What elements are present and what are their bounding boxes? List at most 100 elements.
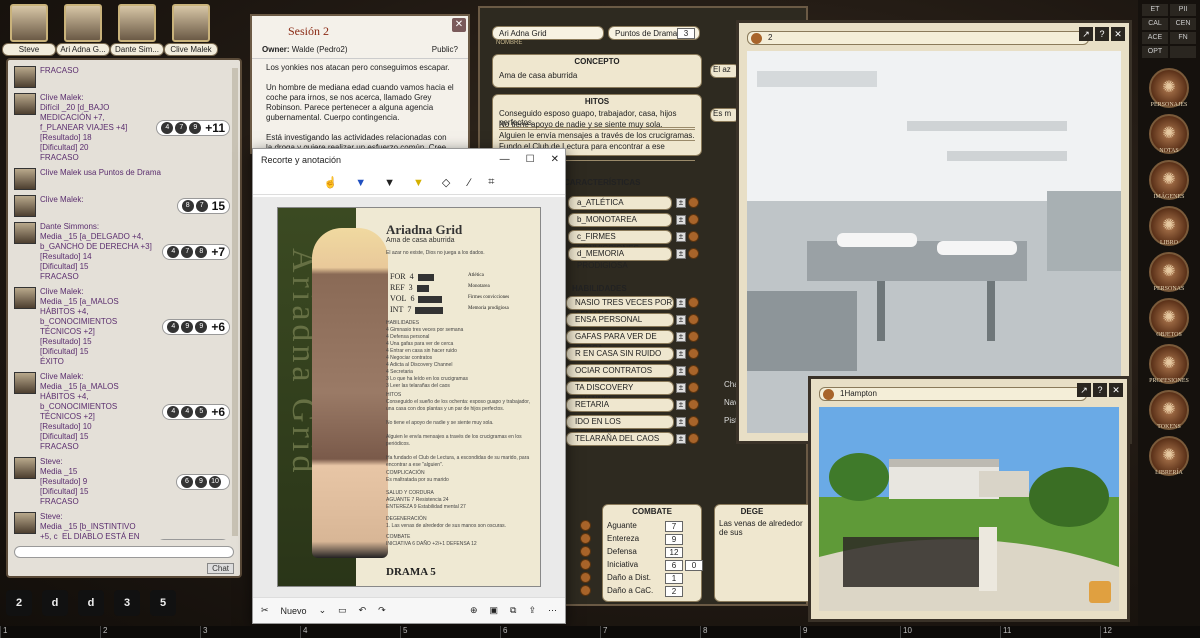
die-icon[interactable]: 3 [114, 590, 140, 616]
hotkey-slot[interactable]: 9 [800, 626, 900, 638]
hotkey-slot[interactable]: 3 [200, 626, 300, 638]
hotkey-slot[interactable]: 7 [600, 626, 700, 638]
hotkey-slot[interactable]: 8 [700, 626, 800, 638]
portrait[interactable]: Steve [2, 4, 56, 56]
copy-icon[interactable]: ⧉ [510, 605, 516, 616]
shortcut-button[interactable] [1170, 46, 1196, 58]
combat-value[interactable]: 0 [685, 560, 703, 571]
name-field[interactable]: Ari Adna Grid [492, 26, 604, 40]
die-icon[interactable]: d [78, 590, 104, 616]
highlighter-icon[interactable]: ▼ [413, 177, 424, 189]
dice-result[interactable]: 4 9 9 +6 [162, 319, 230, 335]
roll-icon[interactable] [580, 546, 591, 557]
plus-minus-icon[interactable]: ± [676, 249, 686, 259]
roll-icon[interactable] [580, 533, 591, 544]
dice-result[interactable]: 8 7 15 [176, 198, 230, 214]
plus-minus-icon[interactable]: ± [676, 349, 686, 359]
characteristic-row[interactable]: c_FIRMES CONVICCIONES [568, 230, 672, 253]
portrait[interactable]: Ari Adna G... [56, 4, 110, 56]
skill-row[interactable]: TA DISCOVERY CHANNEL [566, 381, 674, 404]
undo-icon[interactable]: ↶ [359, 605, 367, 616]
pin-icon[interactable] [1089, 581, 1111, 603]
shortcut-button[interactable]: FN [1170, 32, 1196, 44]
chat-send-button[interactable]: Chat [207, 563, 234, 574]
sidebar-button[interactable]: ✺ TOKENS [1146, 390, 1192, 430]
skill-row[interactable]: IDO EN LOS CRUCIGRAMAS [566, 415, 674, 438]
minimize-icon[interactable]: — [500, 149, 510, 171]
more-icon[interactable]: ⋯ [548, 605, 557, 616]
shortcut-button[interactable]: ACE [1142, 32, 1168, 44]
skill-row[interactable]: RETARIA [566, 398, 674, 412]
plus-minus-icon[interactable]: ± [676, 332, 686, 342]
plus-minus-icon[interactable]: ± [676, 366, 686, 376]
new-snip-icon[interactable]: ✂ [261, 605, 269, 616]
close-icon[interactable]: ✕ [1109, 383, 1123, 397]
roll-icon[interactable] [580, 585, 591, 596]
die-icon[interactable]: 5 [150, 590, 176, 616]
hotkey-slot[interactable]: 6 [500, 626, 600, 638]
deg-text[interactable]: Las venas de alrededor de sus [719, 519, 813, 537]
plus-minus-icon[interactable]: ± [676, 315, 686, 325]
sidebar-button[interactable]: ✺ PERSONAJES [1146, 68, 1192, 108]
skill-row[interactable]: OCIAR CONTRATOS [566, 364, 674, 378]
redo-icon[interactable]: ↷ [378, 605, 386, 616]
image-title-bar[interactable]: 1Hampton [819, 387, 1087, 401]
roll-icon[interactable] [688, 314, 699, 325]
skill-row[interactable]: R EN CASA SIN RUIDO [566, 347, 674, 361]
pen-icon[interactable]: ▼ [384, 177, 395, 189]
share-icon[interactable]: ⇪ [528, 605, 536, 616]
hito-item[interactable]: Alguien le envía mensajes a través de lo… [499, 131, 695, 141]
help-icon[interactable]: ? [1093, 383, 1107, 397]
roll-icon[interactable] [688, 197, 699, 208]
close-icon[interactable]: ✕ [452, 18, 466, 32]
close-icon[interactable]: ✕ [551, 149, 559, 171]
shortcut-button[interactable]: CEN [1170, 18, 1196, 30]
snip-titlebar[interactable]: Recorte y anotación — ☐ ✕ [253, 149, 565, 171]
sidebar-button[interactable]: ✺ IMÁGENES [1146, 160, 1192, 200]
shortcut-button[interactable]: OPT [1142, 46, 1168, 58]
plus-minus-icon[interactable]: ± [676, 232, 686, 242]
roll-icon[interactable] [688, 331, 699, 342]
combat-value[interactable]: 9 [665, 534, 683, 545]
touch-write-icon[interactable]: ☝ [324, 176, 338, 189]
plus-minus-icon[interactable]: ± [676, 400, 686, 410]
combat-value[interactable]: 2 [665, 586, 683, 597]
hotkey-slot[interactable]: 10 [900, 626, 1000, 638]
skill-row[interactable]: NASIO TRES VECES POR SEMANA [566, 296, 674, 319]
roll-icon[interactable] [688, 231, 699, 242]
sidebar-button[interactable]: ✺ LIBRERÍA [1146, 436, 1192, 476]
roll-icon[interactable] [688, 365, 699, 376]
hotkey-slot[interactable]: 11 [1000, 626, 1100, 638]
hotkey-slot[interactable]: 5 [400, 626, 500, 638]
sidebar-button[interactable]: ✺ OBJETOS [1146, 298, 1192, 338]
characteristic-row[interactable]: d_MEMORIA PRODIGIOSA [568, 247, 672, 270]
sidebar-button[interactable]: ✺ PROFESIONES [1146, 344, 1192, 384]
die-icon[interactable]: 2 [6, 590, 32, 616]
chat-log[interactable]: FRACASO Clive Malek: Difícil _20 [d_BAJO … [14, 66, 230, 540]
dice-result[interactable]: 4 4 5 +6 [162, 404, 230, 420]
plus-minus-icon[interactable]: ± [676, 298, 686, 308]
shortcut-button[interactable]: CAL [1142, 18, 1168, 30]
dice-result[interactable]: 4 7 9 +11 [156, 120, 230, 136]
ruler-icon[interactable]: ∕ [468, 177, 470, 189]
dice-result[interactable]: 6 9 10 [176, 474, 230, 490]
plus-minus-icon[interactable]: ± [676, 215, 686, 225]
resize-icon[interactable]: ↗ [1079, 27, 1093, 41]
shortcut-button[interactable]: PII [1170, 4, 1196, 16]
roll-icon[interactable] [580, 572, 591, 583]
combat-value[interactable]: 6 [665, 560, 683, 571]
roll-icon[interactable] [688, 382, 699, 393]
resize-icon[interactable]: ↗ [1077, 383, 1091, 397]
plus-minus-icon[interactable]: ± [676, 198, 686, 208]
portrait[interactable]: Dante Sim... [110, 4, 164, 56]
die-icon[interactable]: d [42, 590, 68, 616]
hotkey-slot[interactable]: 1 [0, 626, 100, 638]
chat-scrollbar[interactable] [232, 68, 238, 536]
dice-result[interactable]: 578+10 [155, 539, 230, 540]
folder-icon[interactable]: ▭ [338, 605, 347, 616]
roll-icon[interactable] [688, 348, 699, 359]
sidebar-button[interactable]: ✺ LIBRO [1146, 206, 1192, 246]
concept-value[interactable]: Ama de casa aburrida [499, 71, 577, 80]
chevron-down-icon[interactable]: ⌄ [319, 605, 327, 616]
maximize-icon[interactable]: ☐ [526, 149, 535, 171]
